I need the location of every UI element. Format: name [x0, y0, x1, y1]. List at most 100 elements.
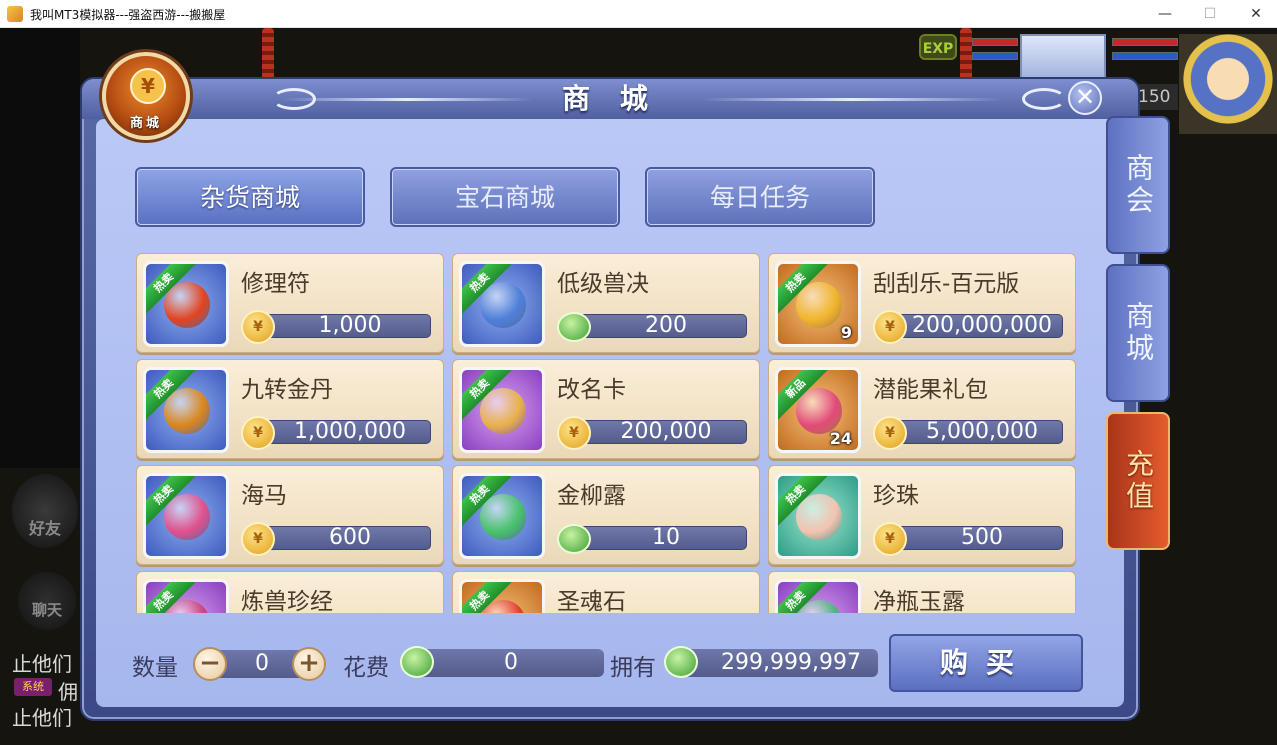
item-icon: 热卖 [459, 367, 545, 453]
jade-currency-icon [557, 524, 591, 554]
item-price-bar: 200,000 [567, 420, 747, 444]
friends-button[interactable]: 好友 [12, 474, 78, 548]
item-icon: 热卖 [143, 261, 229, 347]
item-price: 1,000 [318, 313, 382, 338]
item-art-icon [480, 282, 526, 328]
shop-item-card[interactable]: 热卖圣魂石¥ [452, 571, 760, 613]
item-price: 5,000,000 [926, 419, 1038, 444]
gold-coin-icon: ¥ [557, 416, 591, 450]
shop-item-card[interactable]: 热卖炼兽珍经¥ [136, 571, 444, 613]
item-name: 九转金丹 [241, 377, 333, 403]
gold-coin-icon: ¥ [873, 416, 907, 450]
cost-label: 花费 [343, 655, 389, 681]
item-name: 珍珠 [873, 483, 919, 509]
item-art-icon [480, 388, 526, 434]
item-name: 潜能果礼包 [873, 377, 988, 403]
chat-line: 佣 [58, 680, 78, 704]
item-price-bar: 5,000,000 [883, 420, 1063, 444]
chat-line: 止他们 [12, 652, 72, 676]
player-hp-bar [1112, 38, 1178, 46]
item-icon: 热卖 [775, 473, 861, 559]
item-grid: 热卖 修理符 ¥1,000 热卖 低级兽决 200 热卖 9 刮刮乐-百元版 ¥200,000,0… [136, 253, 1076, 613]
owned-label: 拥有 [610, 655, 656, 681]
shop-item-card[interactable]: 热卖 金柳露 10 [452, 465, 760, 565]
shop-item-card[interactable]: 热卖 9 刮刮乐-百元版 ¥200,000,000 [768, 253, 1076, 353]
chat-line: 止他们 [12, 706, 72, 730]
item-icon: 热卖 [459, 473, 545, 559]
item-art-icon [164, 494, 210, 540]
item-name: 圣魂石 [557, 589, 626, 613]
hp-bar [972, 38, 1018, 46]
tab-daily-tasks[interactable]: 每日任务 [645, 167, 875, 227]
player-mp-bar [1112, 52, 1178, 60]
item-price-bar: 1,000 [251, 314, 431, 338]
item-icon: 新品 24 [775, 367, 861, 453]
game-background-dark [0, 28, 80, 468]
shop-item-card[interactable]: 新品 24 潜能果礼包 ¥5,000,000 [768, 359, 1076, 459]
exp-badge[interactable]: EXP [919, 34, 957, 60]
tab-gem-store[interactable]: 宝石商城 [390, 167, 620, 227]
shop-item-card[interactable]: 热卖 改名卡 ¥200,000 [452, 359, 760, 459]
player-avatar[interactable] [1179, 34, 1277, 134]
shop-title: 商 城 [562, 82, 658, 115]
buy-button[interactable]: 购买 [889, 634, 1083, 692]
item-icon: 热卖 [459, 579, 545, 613]
app-icon [7, 6, 23, 22]
item-name: 海马 [241, 483, 287, 509]
gold-coin-icon: ¥ [241, 522, 275, 556]
item-bundle-count: 24 [829, 429, 852, 448]
side-tab-guild[interactable]: 商会 [1106, 116, 1170, 254]
tab-general-store[interactable]: 杂货商城 [135, 167, 365, 227]
item-art-icon [480, 494, 526, 540]
close-shop-button[interactable]: ✕ [1068, 81, 1102, 115]
item-art-icon [164, 388, 210, 434]
owned-value: 299,999,997 [684, 649, 878, 677]
item-icon: 热卖 9 [775, 261, 861, 347]
item-price: 10 [652, 525, 680, 550]
shop-item-card[interactable]: 热卖 修理符 ¥1,000 [136, 253, 444, 353]
shop-item-card[interactable]: 热卖 珍珠 ¥500 [768, 465, 1076, 565]
side-tab-recharge[interactable]: 充值 [1106, 412, 1170, 550]
item-name: 净瓶玉露 [873, 589, 965, 613]
item-price: 200 [645, 313, 687, 338]
coin-bag-icon: ¥ [130, 68, 166, 104]
shop-item-card[interactable]: 热卖 低级兽决 200 [452, 253, 760, 353]
item-name: 修理符 [241, 271, 310, 297]
shop-item-card[interactable]: 热卖 九转金丹 ¥1,000,000 [136, 359, 444, 459]
quantity-minus-button[interactable]: − [193, 647, 227, 681]
gold-coin-icon: ¥ [241, 310, 275, 344]
item-price: 200,000 [620, 419, 712, 444]
item-price-bar: 500 [883, 526, 1063, 550]
item-art-icon [796, 494, 842, 540]
item-art-icon [796, 282, 842, 328]
shop-header: 商 城 [82, 79, 1138, 119]
item-price: 1,000,000 [294, 419, 406, 444]
gold-coin-icon: ¥ [873, 310, 907, 344]
close-window-button[interactable]: ✕ [1242, 3, 1270, 25]
item-bundle-count: 9 [840, 323, 852, 342]
minimize-button[interactable]: — [1151, 3, 1179, 25]
item-icon: 热卖 [775, 579, 861, 613]
shop-emblem: ¥ 商城 [102, 52, 190, 140]
jade-currency-icon [664, 646, 698, 678]
cost-value: 0 [418, 649, 604, 677]
quantity-plus-button[interactable]: + [292, 647, 326, 681]
rope-decoration [262, 28, 274, 80]
shop-item-card[interactable]: 热卖 海马 ¥600 [136, 465, 444, 565]
item-name: 刮刮乐-百元版 [873, 271, 1020, 297]
shop-emblem-label: 商城 [129, 116, 162, 131]
item-price: 200,000,000 [912, 313, 1052, 338]
item-art-icon [164, 282, 210, 328]
shop-item-card[interactable]: 热卖净瓶玉露¥ [768, 571, 1076, 613]
player-level: 150 [1138, 84, 1178, 110]
side-tab-shop[interactable]: 商城 [1106, 264, 1170, 402]
pet-avatar[interactable] [1020, 34, 1106, 82]
maximize-button[interactable]: ☐ [1196, 3, 1224, 25]
chat-button[interactable]: 聊天 [18, 572, 76, 630]
gold-coin-icon: ¥ [873, 522, 907, 556]
item-name: 低级兽决 [557, 271, 649, 297]
rope-decoration [960, 28, 972, 80]
item-price-bar: 10 [567, 526, 747, 550]
item-name: 炼兽珍经 [241, 589, 333, 613]
window-title: 我叫MT3模拟器---强盗西游---搬搬屋 [30, 8, 226, 22]
